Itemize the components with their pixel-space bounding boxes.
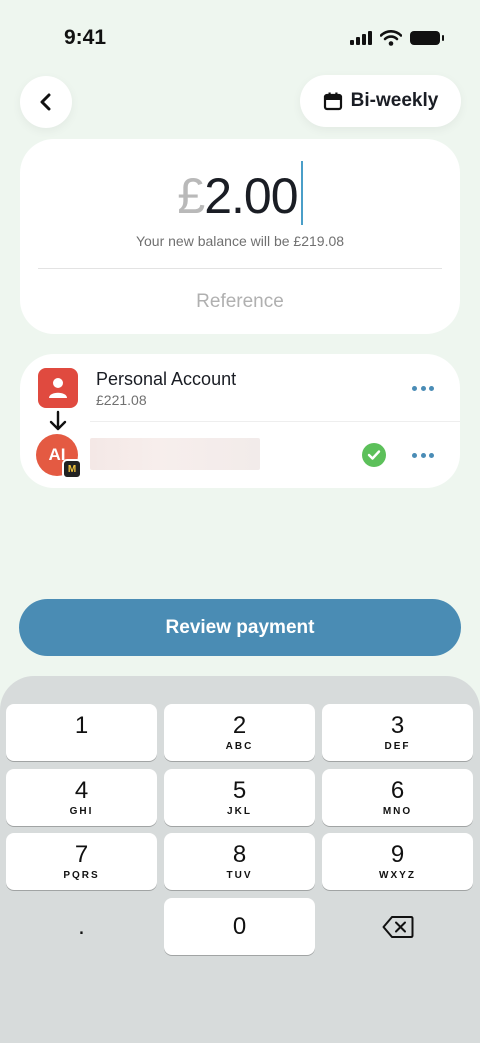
payee-name-redacted[interactable]	[90, 438, 260, 470]
battery-icon	[410, 31, 444, 45]
wifi-icon	[380, 30, 402, 46]
key-4[interactable]: 4 GHI	[6, 769, 157, 826]
chevron-left-icon	[40, 93, 51, 111]
key-9[interactable]: 9 WXYZ	[322, 833, 473, 890]
key-7[interactable]: 7 PQRS	[6, 833, 157, 890]
status-time: 9:41	[64, 26, 107, 49]
key-5[interactable]: 5 JKL	[164, 769, 315, 826]
key-3[interactable]: 3 DEF	[322, 704, 473, 761]
divider	[90, 421, 460, 422]
payee-more-button[interactable]	[412, 451, 434, 459]
amount-value: 2.00	[204, 168, 298, 224]
backspace-key[interactable]	[322, 898, 473, 955]
numeric-keypad: 1 2 ABC 3 DEF 4 GHI 5 JKL 6 MNO 7 PQRS 8 TUV 9W…	[0, 676, 480, 1043]
key-0[interactable]: 0	[164, 898, 315, 955]
backspace-icon	[382, 915, 413, 938]
verified-check-icon	[362, 443, 386, 467]
arrow-down-icon	[49, 410, 67, 431]
currency-symbol: £	[177, 168, 205, 224]
key-8[interactable]: 8 TUV	[164, 833, 315, 890]
back-button[interactable]	[20, 76, 72, 128]
divider	[38, 268, 442, 269]
reference-input[interactable]: Reference	[20, 291, 460, 313]
frequency-label: Bi-weekly	[350, 90, 439, 111]
bank-logo-icon: M	[62, 459, 82, 479]
from-account-name[interactable]: Personal Account	[96, 369, 236, 390]
frequency-button[interactable]: Bi-weekly	[300, 75, 461, 127]
calendar-icon	[323, 92, 342, 111]
key-decimal[interactable]: .	[6, 898, 157, 955]
key-1[interactable]: 1	[6, 704, 157, 761]
from-account-more-button[interactable]	[412, 384, 434, 392]
text-caret	[300, 161, 303, 225]
status-bar: 9:41	[0, 0, 480, 70]
amount-card: £2.00 Your new balance will be £219.08 R…	[20, 139, 460, 334]
new-balance-note: Your new balance will be £219.08	[135, 233, 345, 249]
accounts-card: Personal Account £221.08 AI M	[20, 354, 460, 488]
person-icon	[38, 368, 78, 408]
review-payment-button[interactable]: Review payment	[19, 599, 461, 656]
key-6[interactable]: 6 MNO	[322, 769, 473, 826]
cellular-signal-icon	[350, 31, 372, 45]
amount-input[interactable]: £2.00	[20, 161, 460, 225]
key-2[interactable]: 2 ABC	[164, 704, 315, 761]
status-icons	[350, 30, 444, 46]
from-account-balance: £221.08	[96, 392, 147, 408]
